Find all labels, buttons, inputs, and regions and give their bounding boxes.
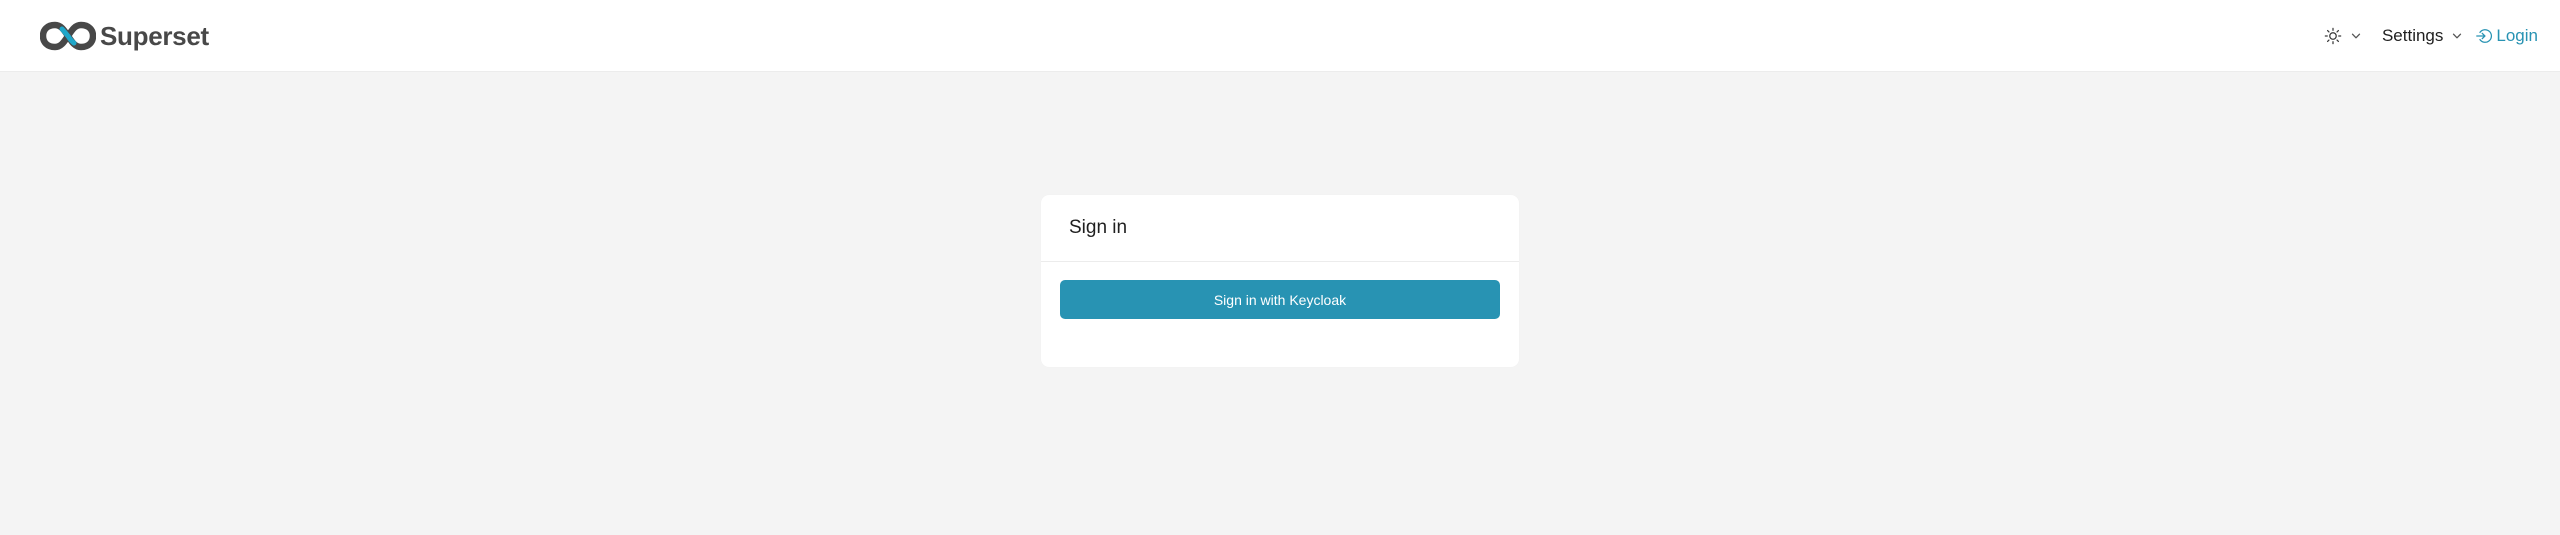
login-icon	[2476, 29, 2493, 43]
chevron-down-icon	[2351, 33, 2361, 39]
brand-link[interactable]: Superset	[40, 20, 209, 52]
nav-right-menu: Settings Login	[2324, 0, 2538, 72]
settings-menu[interactable]: Settings	[2382, 26, 2463, 46]
settings-label: Settings	[2381, 26, 2444, 45]
top-navbar: Superset Settings Login	[0, 0, 2560, 72]
card-title: Sign in	[1069, 217, 1128, 238]
sign-in-keycloak-button[interactable]: Sign in with Keycloak	[1060, 280, 1500, 319]
sun-icon	[2324, 27, 2342, 45]
sign-in-card: Sign in Sign in with Keycloak	[1041, 195, 1519, 367]
superset-logo-icon	[40, 21, 96, 51]
login-label: Login	[2496, 26, 2538, 45]
login-link[interactable]: Login	[2475, 26, 2538, 46]
card-header: Sign in	[1041, 195, 1519, 262]
brand-name: Superset	[100, 20, 209, 51]
chevron-down-icon	[2453, 33, 2462, 39]
theme-toggle[interactable]	[2324, 27, 2362, 45]
